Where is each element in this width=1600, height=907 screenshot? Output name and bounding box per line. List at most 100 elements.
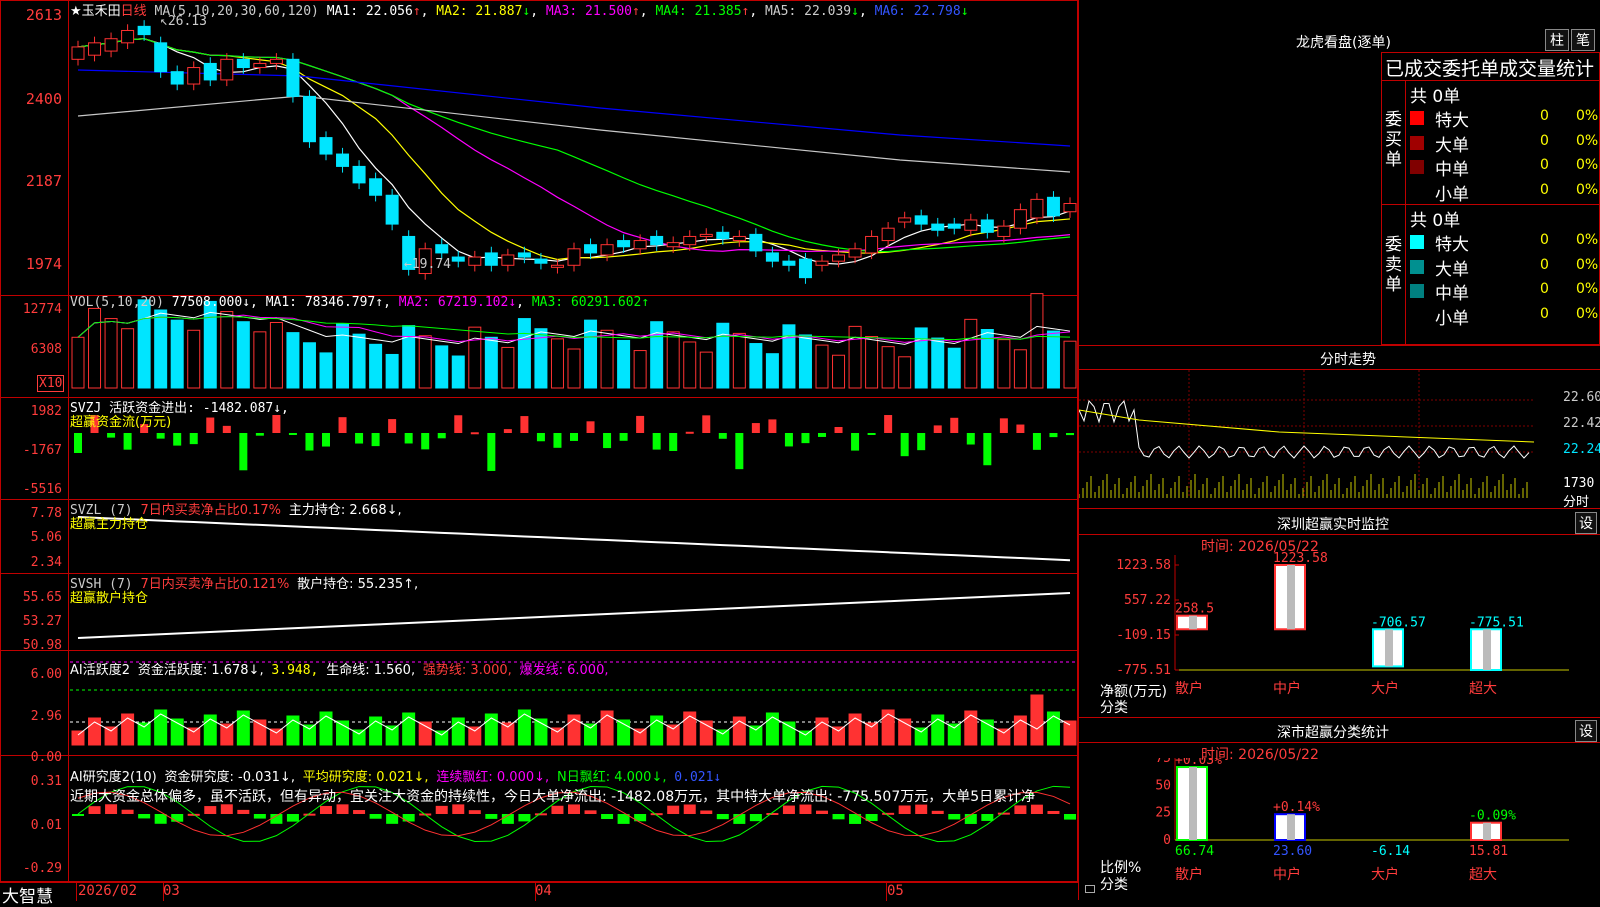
- candle: [286, 58, 300, 97]
- activity-bar: [385, 725, 399, 746]
- flow-bar: [586, 421, 595, 433]
- flow-bar: [454, 415, 463, 433]
- research-bar: [518, 814, 531, 822]
- research-bar: [72, 814, 84, 816]
- activity-bar: [947, 723, 961, 746]
- candle: [765, 252, 779, 262]
- svzj-sub: 超赢资金流(万元): [70, 415, 172, 430]
- flow-bar: [999, 418, 1008, 433]
- monitor-category-label: 中户: [1273, 680, 1301, 697]
- research-bar: [1014, 805, 1027, 814]
- y-tick: 55.65: [22, 590, 62, 605]
- y-tick: 2187: [25, 172, 62, 190]
- sell-orders-label: 委卖单: [1385, 235, 1402, 295]
- ai2-n-day-red: N日飘红: 4.000↓,: [556, 770, 667, 785]
- candle: [1063, 202, 1077, 213]
- ma2-arrow: ↓: [522, 4, 531, 19]
- flow-bar: [322, 433, 330, 447]
- flow-bar: [1032, 433, 1041, 450]
- high-marker: ↖26.13: [160, 14, 207, 29]
- activity-bar: [633, 728, 647, 746]
- volume-bar: [765, 353, 779, 389]
- research-bar: [749, 814, 762, 822]
- period-label[interactable]: 日线: [121, 4, 147, 19]
- research-bar: [667, 805, 680, 814]
- activity-bar: [550, 727, 564, 746]
- flow-bar: [1049, 433, 1058, 438]
- svzl-position: 主力持仓: 2.668↓,: [288, 503, 402, 518]
- volume-bar: [1030, 293, 1044, 389]
- volume-bar: [336, 323, 350, 389]
- sz-class-chart[interactable]: 75 50 25 0 +0.03% 66.74 散户 +0.14% 23.60 中户 -6.14 大户…: [1079, 758, 1600, 900]
- volume-bar: [220, 311, 234, 389]
- candle: [501, 254, 515, 266]
- volume-bar: [931, 337, 945, 389]
- high-value: 26.13: [167, 14, 207, 29]
- bar-mode-button[interactable]: 柱: [1545, 29, 1569, 51]
- research-bar: [584, 810, 597, 814]
- volume-bar: [104, 318, 118, 389]
- y-tick: 7.78: [30, 506, 62, 521]
- monitor-y-tick: -775.51: [1116, 663, 1171, 678]
- sz-monitor-settings-button[interactable]: 设: [1575, 512, 1597, 534]
- sell-row-pct: 0%: [1576, 305, 1599, 322]
- sz-class-settings-button[interactable]: 设: [1575, 720, 1597, 742]
- activity-bar: [402, 712, 416, 746]
- candle: [600, 244, 614, 256]
- candle: [121, 29, 135, 44]
- activity-bar: [997, 728, 1011, 746]
- candle: [584, 244, 598, 254]
- volume-bar: [633, 350, 647, 389]
- research-bar: [369, 814, 382, 819]
- flow-bar: [123, 433, 132, 450]
- research-bar: [237, 809, 250, 814]
- sell-row-pct: 0%: [1576, 256, 1599, 273]
- volume-bar: [699, 351, 713, 389]
- research-bar: [1047, 810, 1060, 814]
- y-tick: 50.98: [22, 638, 62, 653]
- research-bar: [468, 810, 481, 814]
- buy-total: 共 0单: [1410, 87, 1461, 107]
- y-tick: 0.31: [30, 774, 62, 789]
- buy-row-name: 中单: [1435, 160, 1469, 180]
- class-category-label: 超大: [1469, 867, 1497, 883]
- ma3-value: MA3: 21.500: [545, 4, 632, 19]
- sell-row-name: 特大: [1435, 235, 1469, 255]
- research-bar: [154, 814, 167, 824]
- ai1-label: AI活跃度2: [70, 663, 130, 678]
- candle: [236, 58, 250, 69]
- y-tick: 12774: [22, 302, 62, 317]
- svsh-position: 散户持仓: 55.235↑,: [297, 577, 419, 592]
- candle: [369, 178, 383, 196]
- volume-bar: [815, 344, 829, 389]
- candle: [947, 223, 961, 229]
- candle: [385, 194, 399, 225]
- y-tick: 2.96: [30, 709, 62, 724]
- class-value-label: 15.81: [1469, 844, 1508, 859]
- ma3-arrow: ↑: [631, 4, 640, 19]
- monitor-bar-shade: [1189, 615, 1197, 630]
- candle: [980, 219, 994, 233]
- stock-name[interactable]: 玉禾田: [82, 4, 121, 19]
- longhu-title: 龙虎看盘(逐单): [1296, 35, 1391, 51]
- ma4-value: MA4: 21.385: [655, 4, 742, 19]
- candle: [914, 215, 928, 225]
- activity-bar: [683, 711, 697, 746]
- brand-label: 大智慧: [2, 887, 53, 907]
- candle: [203, 62, 217, 81]
- tick-mode-button[interactable]: 笔: [1571, 29, 1595, 51]
- candle: [1030, 198, 1044, 219]
- research-bar: [948, 814, 961, 820]
- volume-bar: [666, 331, 680, 389]
- class-category-label: 散户: [1175, 866, 1203, 883]
- intraday-chart[interactable]: [1079, 370, 1600, 508]
- candle: [1013, 209, 1027, 229]
- ma2-value: MA2: 21.887: [436, 4, 523, 19]
- ai1-value2: 3.948,: [271, 663, 319, 678]
- activity-bar: [666, 724, 680, 746]
- ma6-arrow: ↓: [960, 4, 969, 19]
- buy-orders-label: 委买单: [1385, 110, 1402, 170]
- volume-bar: [865, 336, 879, 389]
- buy-row-name: 小单: [1435, 184, 1469, 205]
- candle: [517, 252, 531, 258]
